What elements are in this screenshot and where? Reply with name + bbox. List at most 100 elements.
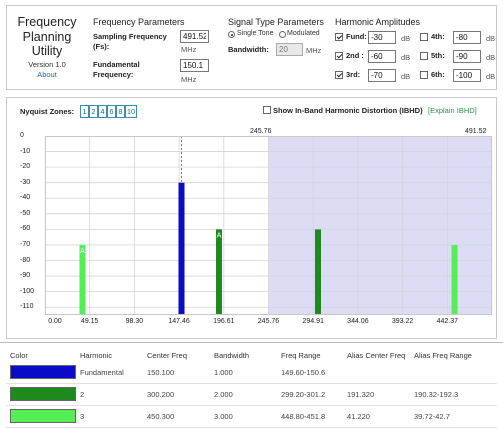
bandwidth-input[interactable] <box>276 43 303 56</box>
harmonic-unit-2: dB <box>401 53 411 62</box>
harmonic-unit-1: dB <box>401 34 411 43</box>
harmonic-amplitude-input-5[interactable] <box>453 50 481 63</box>
y-tick-label-4: -40 <box>20 194 31 202</box>
harmonic-label-1: Fund: <box>346 32 367 41</box>
y-tick-label-5: -50 <box>20 209 31 217</box>
x-tick-label-8: 393.22 <box>391 318 414 325</box>
y-tick-label-7: -70 <box>20 240 31 248</box>
sampling-freq-unit: MHz <box>181 45 197 54</box>
harmonic-checkbox-2[interactable] <box>335 52 343 60</box>
color-swatch <box>10 365 76 379</box>
harmonic-unit-3: dB <box>401 72 411 81</box>
second-nyquist-zone-shade <box>268 136 492 315</box>
table-header-2: Center Freq <box>147 351 188 360</box>
harmonic-checkbox-1[interactable] <box>335 33 343 41</box>
app-title: Frequency Planning Utility <box>10 15 84 59</box>
harmonic-label-5: 5th: <box>431 51 445 60</box>
harmonic-amplitude-input-6[interactable] <box>453 69 481 82</box>
bandwidth-label: Bandwidth: <box>228 45 269 54</box>
bar-0-0 <box>178 182 185 315</box>
table-header-3: Bandwidth <box>214 351 250 360</box>
y-tick-label-6: -60 <box>20 225 31 233</box>
modulated-label: Modulated <box>287 30 320 37</box>
harmonic-checkbox-6[interactable] <box>420 71 428 79</box>
harmonic-label-2: 2nd : <box>346 51 364 60</box>
harmonic-amplitude-input-1[interactable] <box>368 31 396 44</box>
harmonic-unit-4: dB <box>486 34 496 43</box>
harmonic-checkbox-3[interactable] <box>335 71 343 79</box>
freq-range-cell: 448.80-451.8 <box>281 412 326 421</box>
freq-range-cell: 299.20-301.2 <box>281 390 326 399</box>
ibhd-label: Show In-Band Harmonic Distortion (IBHD) <box>273 106 423 115</box>
ibhd-checkbox[interactable] <box>263 106 271 114</box>
explain-ibhd-link[interactable]: [Explain IBHD] <box>428 106 477 115</box>
nyquist-zone-button-8[interactable]: 8 <box>116 105 125 118</box>
signal-type-heading: Signal Type Parameters <box>228 17 324 27</box>
fundamental-freq-input[interactable] <box>180 59 209 72</box>
nyquist-zones-label: Nyquist Zones: <box>20 107 75 116</box>
x-tick-label-4: 196.61 <box>213 318 235 325</box>
single-tone-label: Single Tone <box>237 30 274 37</box>
y-tick-label-0: 0 <box>20 132 24 139</box>
harmonic-cell: Fundamental <box>80 368 124 377</box>
freq-params-heading: Frequency Parameters <box>93 17 185 27</box>
sampling-freq-sublabel: (Fs): <box>93 42 110 51</box>
single-tone-radio[interactable] <box>228 31 235 38</box>
fundamental-freq-label2: Frequency: <box>93 70 134 79</box>
harmonic-checkbox-5[interactable] <box>420 52 428 60</box>
color-swatch <box>10 387 76 401</box>
table-divider <box>0 342 503 343</box>
row-divider <box>6 405 497 406</box>
table-header-0: Color <box>10 351 28 360</box>
harmonic-label-3: 3rd: <box>346 70 361 79</box>
y-tick-label-10: -100 <box>20 287 35 295</box>
nyquist-zone-button-10[interactable]: 10 <box>125 105 137 118</box>
x-tick-label-7: 344.06 <box>347 318 369 325</box>
app-title-line2: Planning <box>22 29 72 44</box>
harmonic-label-6: 6th: <box>431 70 445 79</box>
harmonic-amplitude-input-2[interactable] <box>368 50 396 63</box>
y-tick-label-2: -20 <box>20 163 31 171</box>
x-tick-label-2: 98.30 <box>125 318 144 325</box>
y-tick-label-3: -30 <box>20 178 31 186</box>
nyquist-zone-button-2[interactable]: 2 <box>89 105 98 118</box>
alias-center-freq-cell: 41.220 <box>347 412 370 421</box>
table-header-6: Alias Freq Range <box>414 351 472 360</box>
harmonic-label-4: 4th: <box>431 32 445 41</box>
harmonic-amplitude-input-4[interactable] <box>453 31 481 44</box>
bandwidth-unit: MHz <box>306 46 322 55</box>
harmonic-cell: 3 <box>80 412 85 421</box>
table-header-5: Alias Center Freq <box>347 351 406 360</box>
center-freq-cell: 450.300 <box>147 412 175 421</box>
table-header-4: Freq Range <box>281 351 321 360</box>
x-tick-label-3: 147.46 <box>168 318 190 325</box>
harmonic-cell: 2 <box>80 390 85 399</box>
y-tick-label-1: -10 <box>20 147 31 155</box>
bandwidth-cell: 1.000 <box>214 368 233 377</box>
app-title-line3: Utility <box>31 44 63 58</box>
nyquist-zone-button-6[interactable]: 6 <box>107 105 116 118</box>
sampling-freq-input[interactable] <box>180 30 209 43</box>
modulated-radio[interactable] <box>279 31 286 38</box>
marker-label-end: 491.52 <box>464 128 488 135</box>
x-tick-label-9: 442.37 <box>436 318 458 325</box>
about-link[interactable]: About <box>10 70 84 79</box>
table-header-1: Harmonic <box>80 351 113 360</box>
fundamental-freq-label: Fundamental <box>93 60 140 69</box>
fundamental-freq-unit: MHz <box>181 75 197 84</box>
nyquist-zone-button-1[interactable]: 1 <box>80 105 89 118</box>
app-title-line1: Frequency <box>17 15 77 29</box>
bandwidth-cell: 2.000 <box>214 390 233 399</box>
harmonic-checkbox-4[interactable] <box>420 33 428 41</box>
app-version: Version 1.0 <box>28 60 66 69</box>
bar-1-0 <box>215 229 222 315</box>
y-tick-label-9: -90 <box>20 272 31 280</box>
freq-range-cell: 149.60-150.6 <box>281 368 326 377</box>
harmonic-amplitude-input-3[interactable] <box>368 69 396 82</box>
nyquist-zone-button-4[interactable]: 4 <box>98 105 107 118</box>
center-freq-cell: 300.200 <box>147 390 175 399</box>
x-tick-label-6: 294.91 <box>302 318 324 325</box>
color-swatch <box>10 409 76 423</box>
x-tick-label-0: 0.00 <box>48 318 62 325</box>
marker-label-mid: 245.76 <box>249 128 273 135</box>
